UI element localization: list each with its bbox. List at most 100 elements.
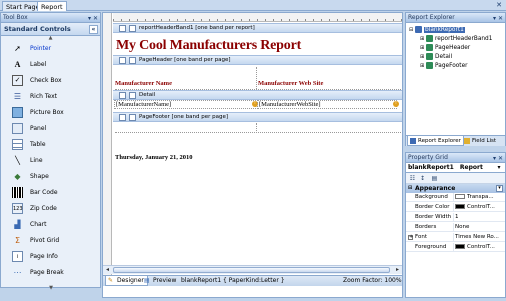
- propgrid-title: Property Grid: [408, 154, 448, 161]
- tab-preview[interactable]: ▤ Preview: [142, 276, 179, 286]
- tool-panel[interactable]: Panel: [1, 121, 101, 137]
- divider: [256, 123, 257, 133]
- property-row-font[interactable]: + Font Times New Ro...: [406, 233, 505, 242]
- horizontal-ruler: [113, 13, 402, 22]
- report-info: blankReport1 { PaperKind:Letter }: [181, 277, 285, 284]
- toolbox-list: ➚ Pointer A Label ✓ Check Box ☰ Rich Text Pi…: [1, 41, 100, 285]
- tool-label[interactable]: A Label: [1, 57, 101, 73]
- column-header-manufacturer[interactable]: Manufacturer Name: [115, 80, 172, 87]
- explorer-title-bar: Report Explorer ▾ ✕: [406, 13, 505, 23]
- scroll-left-icon[interactable]: ◂: [103, 266, 112, 274]
- band-collapse-icon[interactable]: [119, 25, 126, 32]
- divider: [115, 132, 401, 133]
- toolbox-title-bar: Tool Box ▾ ✕: [1, 13, 100, 23]
- tab-report[interactable]: Report: [37, 1, 67, 11]
- explorer-tabs: Report Explorer Field List: [406, 135, 505, 146]
- band-collapse-icon[interactable]: [119, 114, 126, 121]
- properties-icon[interactable]: ▤: [430, 174, 439, 183]
- preview-icon: ▤: [144, 277, 150, 284]
- property-row-borders[interactable]: Borders None: [406, 223, 505, 232]
- tool-table[interactable]: Table: [1, 137, 101, 153]
- tree-expand-icon[interactable]: ⊞: [420, 63, 424, 69]
- tool-barcode[interactable]: Bar Code: [1, 185, 101, 201]
- band-collapse-icon[interactable]: [119, 92, 126, 99]
- property-row-background[interactable]: Background Transpa...: [406, 193, 505, 202]
- tool-zipcode[interactable]: 123 Zip Code: [1, 201, 101, 217]
- tree-item-detail[interactable]: ⊞ Detail: [420, 53, 452, 61]
- field-manufacturer-name[interactable]: [ManufacturerName] !: [114, 100, 258, 109]
- checkbox-icon: ✓: [12, 75, 23, 86]
- property-row-foreground[interactable]: Foreground ControlT...: [406, 243, 505, 252]
- object-selector[interactable]: blankReport1 Report ▾: [406, 163, 505, 173]
- designer-status-bar: ✎ Designer ▤ Preview blankReport1 { Pape…: [103, 275, 402, 286]
- label-icon: A: [14, 60, 21, 69]
- color-swatch: [455, 194, 465, 199]
- property-rows: Background Transpa... Border Color Contr…: [406, 193, 505, 253]
- categorized-icon[interactable]: ☷: [408, 174, 417, 183]
- scroll-thumb[interactable]: [113, 267, 390, 273]
- pin-icon[interactable]: ▾ ✕: [493, 14, 503, 24]
- expand-icon[interactable]: +: [408, 235, 413, 240]
- tree-item-pageheader[interactable]: ⊞ PageHeader: [420, 44, 470, 52]
- propgrid-title-bar: Property Grid ▾ ✕: [406, 153, 505, 163]
- color-swatch: [455, 204, 465, 209]
- category-appearance[interactable]: ⊟ Appearance ▾: [406, 184, 505, 193]
- close-icon[interactable]: ✕: [495, 1, 503, 9]
- tool-pagebreak[interactable]: ⋯ Page Break: [1, 265, 101, 281]
- category-button-icon[interactable]: ▾: [496, 185, 503, 192]
- color-swatch: [455, 244, 465, 249]
- tool-shape[interactable]: ◆ Shape: [1, 169, 101, 185]
- band-collapse-icon[interactable]: [119, 57, 126, 64]
- band-report-header[interactable]: reportHeaderBand1 [one band per report]: [113, 23, 402, 33]
- property-row-border-color[interactable]: Border Color ControlT...: [406, 203, 505, 212]
- toolbox-section-header[interactable]: Standard Controls «: [1, 23, 100, 36]
- tree-item-pagefooter[interactable]: ⊞ PageFooter: [420, 62, 468, 70]
- zoom-factor: Zoom Factor: 100%: [343, 277, 402, 284]
- scroll-right-icon[interactable]: ▸: [393, 266, 402, 274]
- band-page-footer[interactable]: PageFooter [one band per page]: [113, 112, 402, 122]
- tree-collapse-icon[interactable]: ⊟: [409, 27, 413, 33]
- barcode-icon: [12, 187, 23, 198]
- tool-pageinfo[interactable]: i Page Info: [1, 249, 101, 265]
- picturebox-icon: [12, 107, 23, 118]
- tree-expand-icon[interactable]: ⊞: [420, 36, 424, 42]
- toolbox-scroll-down-icon[interactable]: ▼: [1, 286, 101, 291]
- table-icon: [12, 139, 23, 150]
- band-icon: [129, 25, 136, 32]
- field-list-icon: [464, 138, 470, 144]
- tool-line[interactable]: ╲ Line: [1, 153, 101, 169]
- tab-report-explorer[interactable]: Report Explorer: [407, 136, 464, 146]
- smart-tag-icon[interactable]: !: [393, 101, 399, 107]
- chevron-down-icon[interactable]: ▾: [495, 164, 503, 171]
- band-page-header[interactable]: PageHeader [one band per page]: [113, 55, 402, 65]
- toolbox-panel: Tool Box ▾ ✕ Standard Controls « ▲ ➚ Poin…: [0, 12, 101, 291]
- tree-expand-icon[interactable]: ⊞: [420, 54, 424, 60]
- tool-chart[interactable]: ▟ Chart: [1, 217, 101, 233]
- tree-item-blankreport1[interactable]: ⊟ blankReport1: [409, 26, 465, 34]
- toolbox-section-label: Standard Controls: [4, 25, 71, 33]
- collapse-chevron-icon[interactable]: «: [89, 25, 98, 34]
- band-detail[interactable]: Detail: [113, 90, 402, 100]
- field-manufacturer-website[interactable]: [ManufacturerWebSite] !: [257, 100, 399, 109]
- toolbox-title: Tool Box: [3, 14, 28, 21]
- tool-picturebox[interactable]: Picture Box: [1, 105, 101, 121]
- tree-expand-icon[interactable]: ⊞: [420, 45, 424, 51]
- report-title[interactable]: My Cool Manufacturers Report: [116, 38, 301, 54]
- column-header-website[interactable]: Manufacturer Web Site: [258, 80, 323, 87]
- horizontal-scrollbar[interactable]: ◂ ▸: [103, 265, 402, 274]
- alphabetical-icon[interactable]: ↕: [418, 174, 427, 183]
- explorer-title: Report Explorer: [408, 14, 455, 21]
- band-icon: [129, 114, 136, 121]
- tool-pivotgrid[interactable]: Σ Pivot Grid: [1, 233, 101, 249]
- tab-field-list[interactable]: Field List: [462, 136, 498, 146]
- tree-item-reportheaderband1[interactable]: ⊞ reportHeaderBand1: [420, 35, 492, 43]
- panel-icon: [12, 123, 23, 134]
- tool-pointer[interactable]: ➚ Pointer: [1, 41, 101, 57]
- footer-date[interactable]: Thursday, January 21, 2010: [115, 154, 192, 161]
- tool-richtext[interactable]: ☰ Rich Text: [1, 89, 101, 105]
- tool-checkbox[interactable]: ✓ Check Box: [1, 73, 101, 89]
- category-collapse-icon[interactable]: ⊟: [408, 184, 412, 193]
- pagebreak-icon: ⋯: [13, 268, 22, 277]
- property-row-border-width[interactable]: Border Width 1: [406, 213, 505, 222]
- chart-icon: ▟: [14, 220, 21, 229]
